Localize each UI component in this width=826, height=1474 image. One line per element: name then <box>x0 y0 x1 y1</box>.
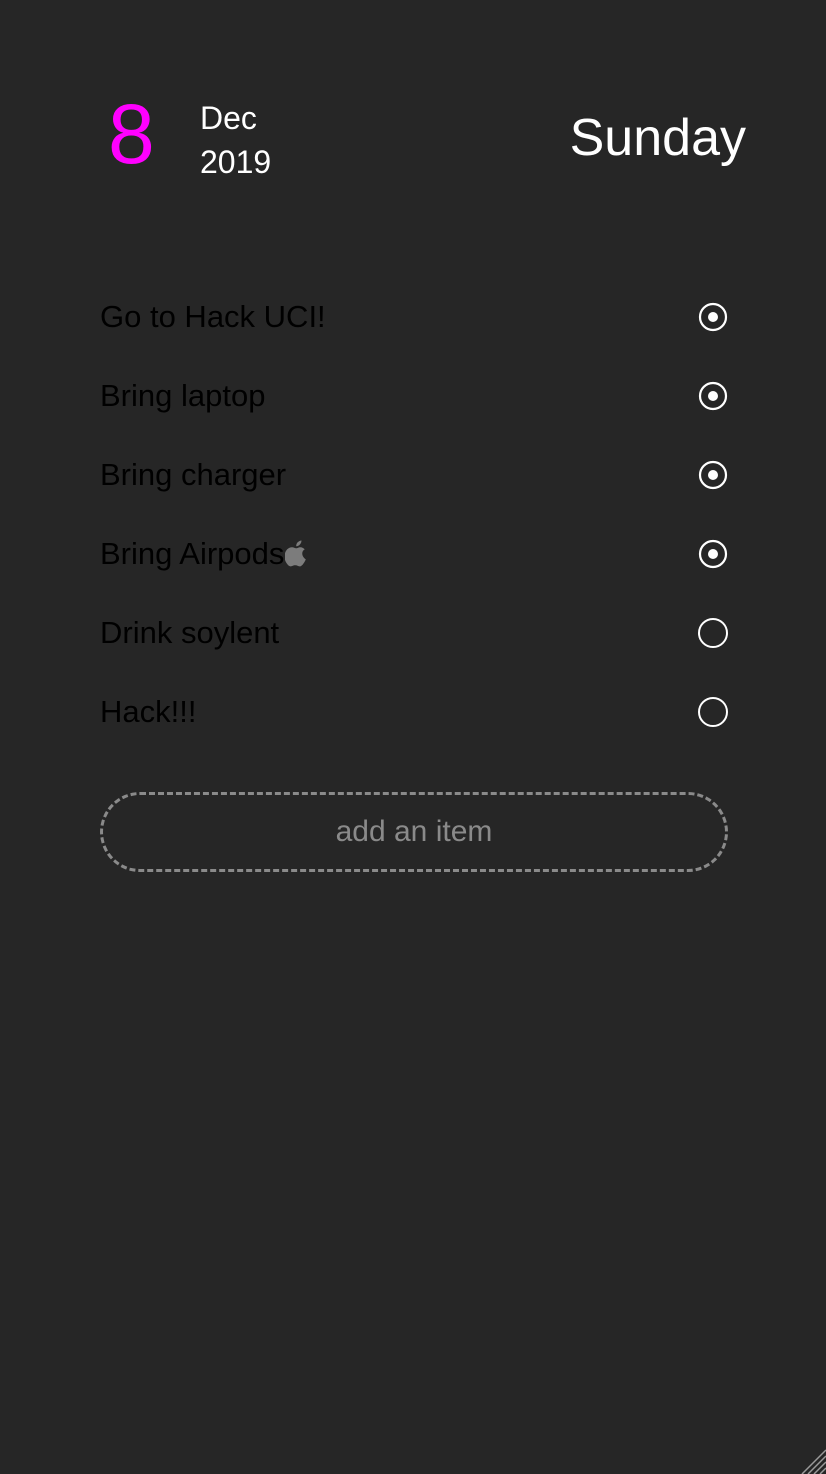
todo-text: Drink soylent <box>100 614 280 650</box>
month-year: Dec 2019 <box>200 96 271 184</box>
add-item-label: add an item <box>335 815 493 848</box>
day-number: 8 <box>108 87 155 181</box>
todo-item[interactable]: Drink soylent <box>100 593 728 672</box>
apple-icon <box>285 540 307 566</box>
todo-app: 8 Dec 2019 Sunday Go to Hack UCI! Bring … <box>0 0 826 1474</box>
todo-item[interactable]: Bring Airpods <box>100 514 728 593</box>
todo-text: Bring laptop <box>100 377 266 413</box>
unchecked-radio-icon[interactable] <box>698 617 728 648</box>
checked-radio-icon[interactable] <box>698 539 728 569</box>
todo-list: Go to Hack UCI! Bring laptop Bring charg… <box>100 277 728 751</box>
checked-radio-icon[interactable] <box>698 381 728 411</box>
todo-text: Bring Airpods <box>100 535 285 571</box>
unchecked-radio-icon[interactable] <box>698 696 728 727</box>
todo-item[interactable]: Bring laptop <box>100 356 728 435</box>
todo-text: Bring charger <box>100 456 287 492</box>
resize-grip-icon[interactable] <box>800 1448 826 1474</box>
checked-radio-icon[interactable] <box>698 460 728 490</box>
weekday-label: Sunday <box>569 109 746 167</box>
todo-item[interactable]: Go to Hack UCI! <box>100 277 728 356</box>
todo-text: Hack!!! <box>100 693 197 729</box>
todo-text: Go to Hack UCI! <box>100 298 326 334</box>
todo-item[interactable]: Hack!!! <box>100 672 728 751</box>
checked-radio-icon[interactable] <box>698 302 728 332</box>
todo-item[interactable]: Bring charger <box>100 435 728 514</box>
add-item-button[interactable]: add an item <box>100 792 728 872</box>
month-label: Dec <box>200 100 257 136</box>
year-label: 2019 <box>200 144 272 180</box>
todo-text-wrap: Bring Airpods <box>100 534 309 574</box>
date-header: 8 Dec 2019 Sunday <box>0 0 826 220</box>
